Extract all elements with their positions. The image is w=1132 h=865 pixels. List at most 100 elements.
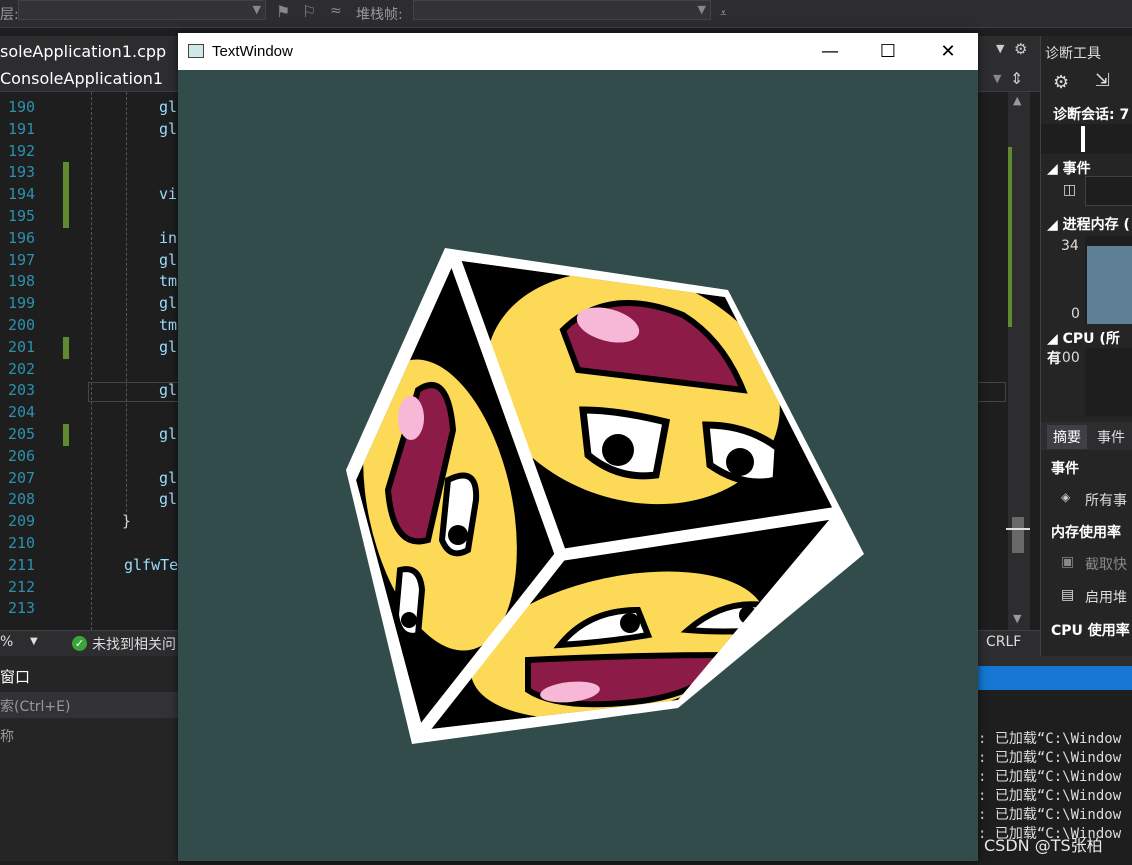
enable-heap-button[interactable]: 启用堆 bbox=[1085, 587, 1127, 607]
output-line: : 已加载“C:\Window bbox=[978, 731, 1122, 747]
line-number: 208 bbox=[8, 490, 36, 509]
memory-area bbox=[1087, 246, 1132, 324]
diagnostics-title: 诊断工具 bbox=[1045, 46, 1101, 62]
stack-frame-label: 堆栈帧: bbox=[356, 7, 403, 23]
session-label: 诊断会话: 7 bbox=[1053, 107, 1130, 123]
textured-cube bbox=[346, 248, 864, 744]
chevron-down-icon[interactable]: ▼ bbox=[993, 72, 1001, 85]
close-button[interactable]: ✕ bbox=[919, 33, 977, 70]
minimize-button[interactable]: — bbox=[801, 33, 859, 70]
tab-events[interactable]: 事件 bbox=[1097, 427, 1125, 447]
render-viewport[interactable] bbox=[178, 70, 978, 861]
line-number: 198 bbox=[8, 272, 36, 291]
line-number: 199 bbox=[8, 294, 36, 313]
window-title: TextWindow bbox=[212, 43, 293, 60]
line-number: 197 bbox=[8, 250, 36, 269]
timeline-ruler[interactable] bbox=[1041, 124, 1132, 154]
stack-icon: ≈ bbox=[330, 3, 342, 19]
tab-dropdown-icon[interactable]: ▼ bbox=[996, 42, 1004, 55]
line-number: 212 bbox=[8, 577, 36, 596]
memory-graph bbox=[1085, 236, 1132, 324]
line-number: 204 bbox=[8, 403, 36, 422]
project-dropdown[interactable]: ConsoleApplication1 bbox=[0, 66, 163, 92]
column-header-name[interactable]: 称 bbox=[0, 726, 14, 746]
settings-icon[interactable]: ⚙ bbox=[1053, 72, 1069, 93]
line-number: 190 bbox=[8, 98, 36, 116]
output-line: : 已加载“C:\Window bbox=[978, 769, 1122, 785]
code-line[interactable]: tm bbox=[159, 316, 177, 334]
zoom-dropdown-icon[interactable]: ▼ bbox=[30, 636, 38, 647]
tab-file-label: soleApplication1.cpp bbox=[0, 42, 167, 61]
gear-icon[interactable]: ⚙ bbox=[1014, 40, 1027, 58]
scroll-up-icon[interactable]: ▲ bbox=[1013, 94, 1021, 107]
diagnostics-panel: 诊断工具 ⚙ ⇲ 诊断会话: 7 ◢ 事件 ◫ ◢ 进程内存 ( 34 0 ◢ … bbox=[1040, 36, 1132, 656]
line-ending[interactable]: CRLF bbox=[986, 634, 1021, 650]
issues-status[interactable]: 未找到相关问 bbox=[92, 634, 176, 654]
events-heading: 事件 bbox=[1051, 461, 1079, 477]
output-line: : 已加载“C:\Window bbox=[978, 807, 1122, 823]
toolbar-overflow-icon[interactable]: ⩡ bbox=[720, 6, 727, 21]
cpu-axis-max: 100 bbox=[1053, 350, 1080, 366]
chevron-down-icon: ▼ bbox=[252, 3, 261, 16]
maximize-button[interactable]: ☐ bbox=[859, 33, 917, 70]
stack-frame-combo[interactable]: ▼ bbox=[413, 0, 711, 20]
line-number: 196 bbox=[8, 228, 36, 247]
take-snapshot-button[interactable]: 截取快 bbox=[1085, 554, 1127, 574]
watermark: CSDN @TS张柏 bbox=[984, 836, 1103, 855]
memory-section-header[interactable]: ◢ 进程内存 ( bbox=[1047, 214, 1130, 234]
line-number: 202 bbox=[8, 359, 36, 378]
line-number: 200 bbox=[8, 316, 36, 334]
panel-title: 窗口 bbox=[0, 668, 31, 686]
toolbar-left-label: 层: bbox=[0, 7, 19, 23]
line-number: 209 bbox=[8, 512, 36, 531]
memory-axis-min: 0 bbox=[1071, 306, 1080, 322]
editor-scrollbar[interactable]: ▲ ▼ bbox=[1006, 92, 1030, 630]
bottom-panel: 窗口 索(Ctrl+E) 称 bbox=[0, 656, 178, 861]
pause-icon[interactable]: ◫ bbox=[1063, 182, 1076, 198]
close-icon: ✕ bbox=[940, 41, 956, 62]
output-header bbox=[978, 656, 1132, 666]
all-events-link[interactable]: 所有事 bbox=[1085, 490, 1127, 510]
events-icon: ◈ bbox=[1061, 490, 1071, 504]
scroll-thumb[interactable] bbox=[1012, 517, 1024, 553]
line-number: 191 bbox=[8, 119, 36, 138]
scroll-position-marker bbox=[1006, 528, 1030, 530]
events-section-label: 事件 bbox=[1062, 161, 1091, 177]
split-editor-icon[interactable]: ⇕ bbox=[1010, 69, 1023, 88]
search-input[interactable]: 索(Ctrl+E) bbox=[0, 692, 178, 718]
output-line: : 已加载“C:\Window bbox=[978, 788, 1122, 804]
text-window[interactable]: TextWindow — ☐ ✕ bbox=[178, 33, 978, 861]
change-overview bbox=[1008, 147, 1012, 327]
window-titlebar[interactable]: TextWindow — ☐ ✕ bbox=[178, 33, 978, 70]
project-label: ConsoleApplication1 bbox=[0, 69, 164, 88]
line-number: 213 bbox=[8, 599, 36, 618]
change-marker bbox=[63, 424, 69, 446]
memory-section-label: 进程内存 ( bbox=[1062, 217, 1130, 233]
code-line[interactable]: } bbox=[122, 512, 131, 530]
code-line[interactable]: glfwTe bbox=[124, 556, 178, 574]
code-line[interactable]: tm bbox=[159, 272, 177, 290]
code-line[interactable]: vi bbox=[159, 185, 177, 203]
memory-axis-max: 34 bbox=[1061, 238, 1079, 254]
thread-combo[interactable]: ▼ bbox=[18, 0, 266, 20]
events-section-header[interactable]: ◢ 事件 bbox=[1047, 158, 1091, 178]
chevron-down-icon: ▼ bbox=[697, 3, 706, 16]
export-icon[interactable]: ⇲ bbox=[1095, 70, 1110, 91]
cpu-usage-heading: CPU 使用率 bbox=[1051, 623, 1130, 639]
flag-filter-icon[interactable]: ⚐ bbox=[302, 2, 316, 21]
cpu-graph bbox=[1085, 348, 1132, 416]
tab-file[interactable]: soleApplication1.cpp bbox=[0, 38, 166, 66]
line-number: 207 bbox=[8, 468, 36, 487]
tab-summary[interactable]: 摘要 bbox=[1047, 425, 1087, 449]
timeline-marker[interactable] bbox=[1081, 126, 1085, 152]
code-line[interactable]: in bbox=[159, 229, 177, 247]
flag-icon[interactable]: ⚑ bbox=[276, 2, 290, 21]
maximize-icon: ☐ bbox=[879, 41, 897, 62]
line-number: 192 bbox=[8, 141, 36, 160]
zoom-level[interactable]: % bbox=[0, 634, 13, 650]
memory-usage-heading: 内存使用率 bbox=[1051, 525, 1121, 541]
line-number: 203 bbox=[8, 381, 36, 400]
scroll-down-icon[interactable]: ▼ bbox=[1013, 612, 1021, 625]
camera-icon: ▣ bbox=[1061, 554, 1075, 570]
line-number: 194 bbox=[8, 185, 36, 204]
